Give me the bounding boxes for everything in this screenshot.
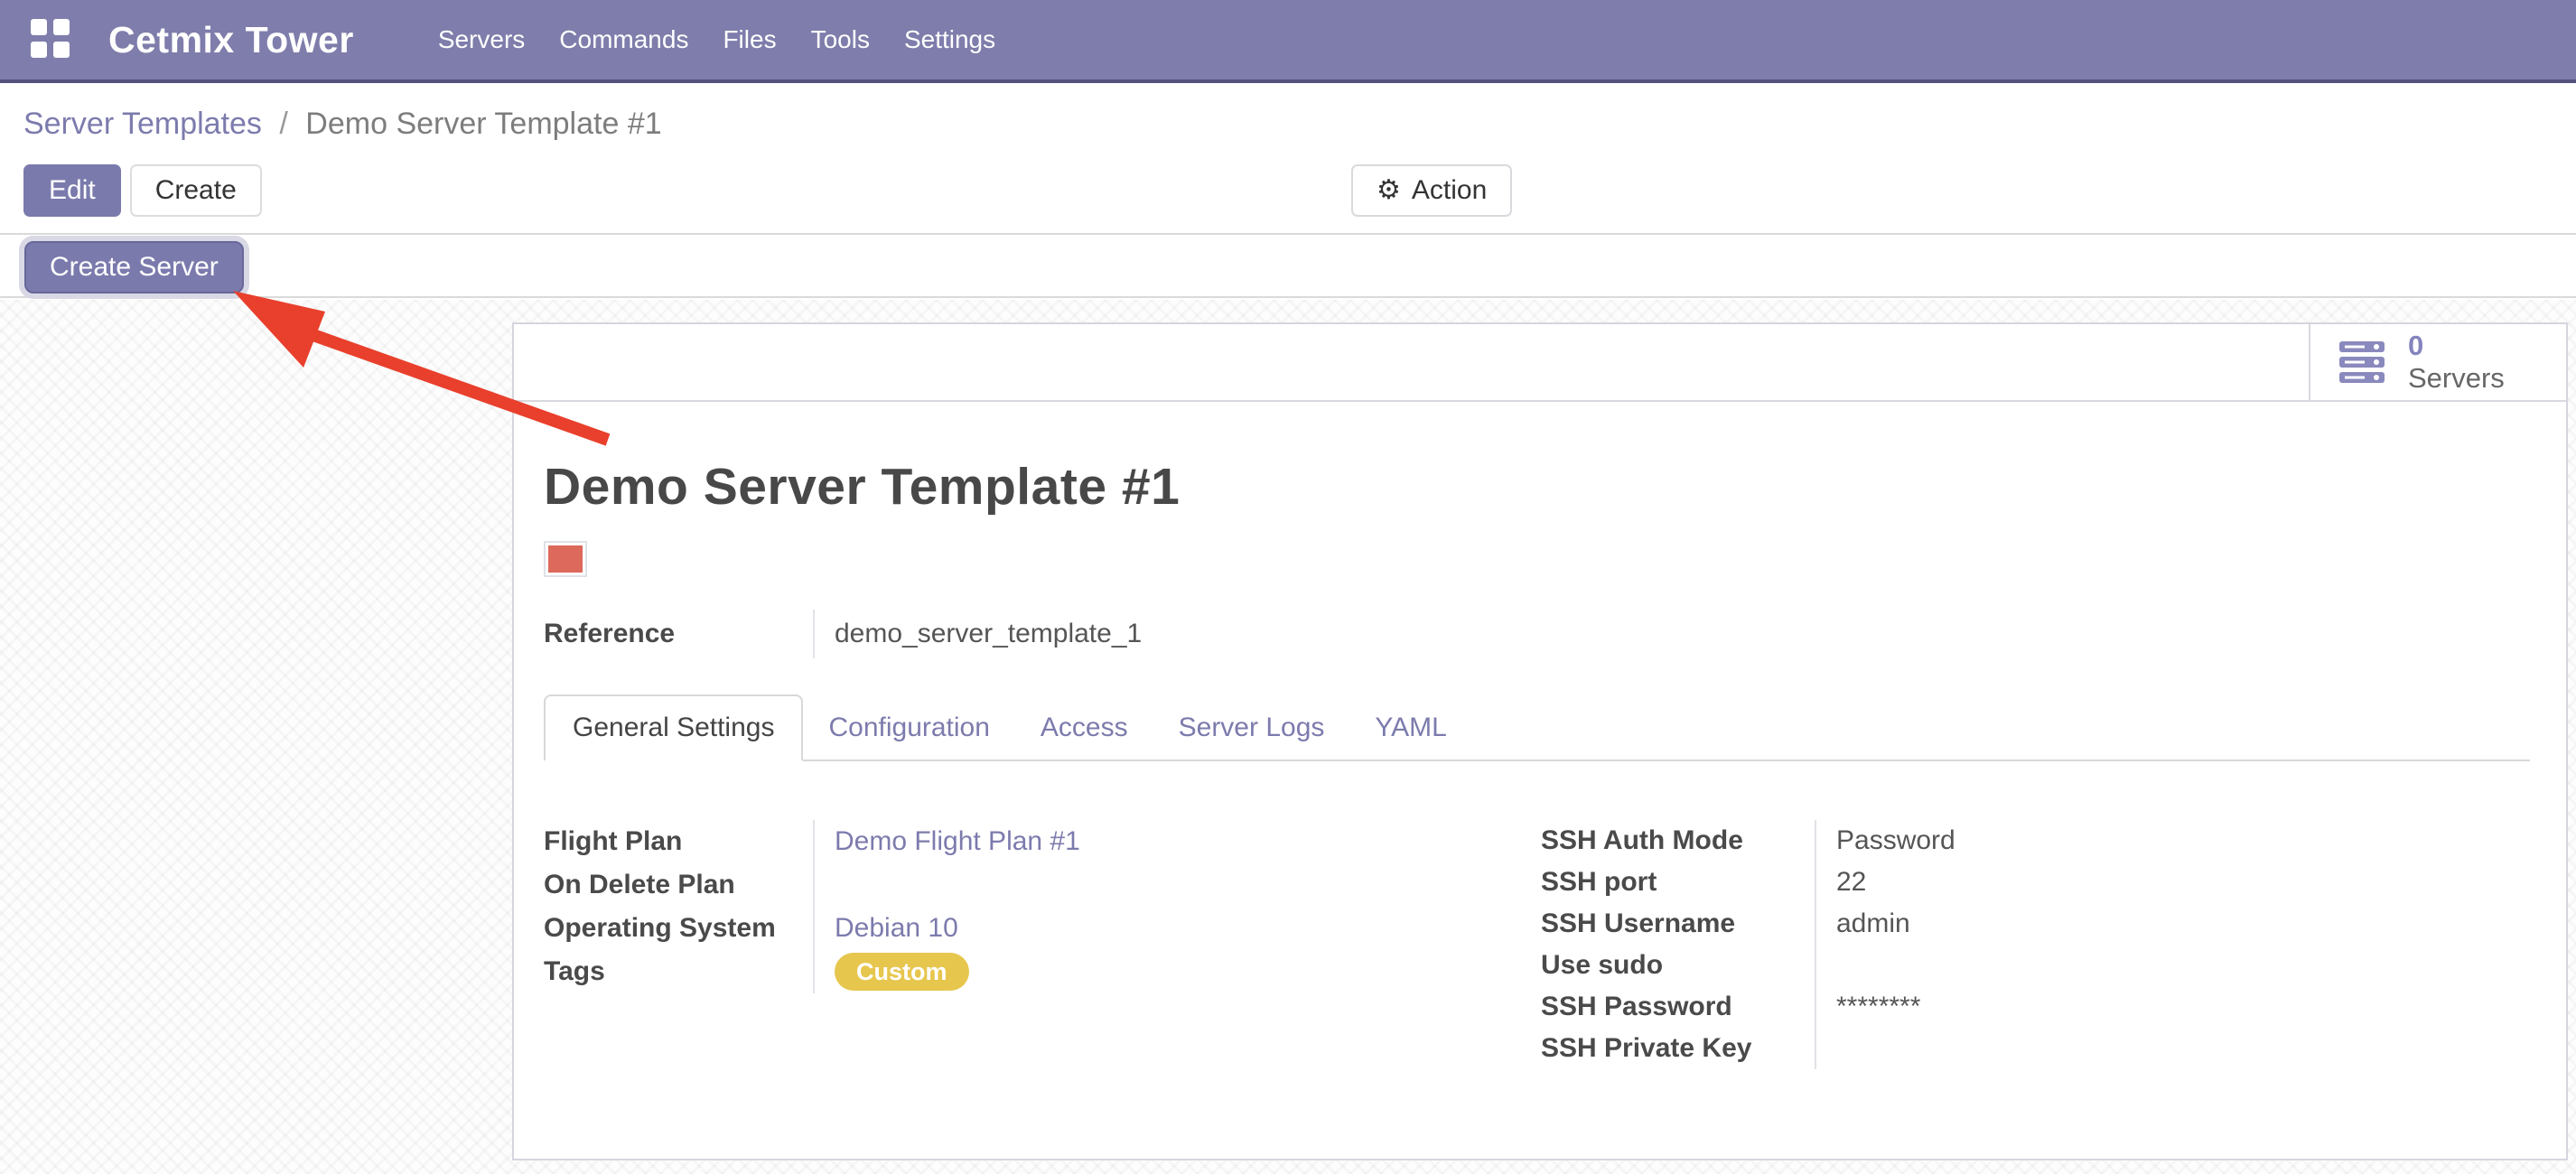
tags-label: Tags [544, 956, 813, 987]
flight-plan-link[interactable]: Demo Flight Plan #1 [835, 826, 1080, 857]
ssh-username-value: admin [1815, 903, 2530, 945]
ssh-auth-mode-value: Password [1815, 820, 2530, 862]
stat-text: 0 Servers [2408, 330, 2505, 394]
field-row-ssh-username: SSH Username admin [1541, 903, 2530, 945]
field-row-on-delete-plan: On Delete Plan [544, 863, 1541, 907]
tab-general-settings[interactable]: General Settings [544, 694, 803, 761]
sheet-body: Demo Server Template #1 Reference demo_s… [514, 457, 2566, 1069]
stat-value: 0 [2408, 330, 2505, 362]
action-strip: Create Server [0, 237, 2576, 298]
ssh-password-value: ******** [1815, 986, 2530, 1028]
servers-stat-button[interactable]: 0 Servers [2309, 324, 2566, 400]
apps-grid-square [53, 19, 70, 35]
cetmix-tower-app: Cetmix Tower Servers Commands Files Tool… [0, 0, 2576, 1174]
field-row-tags: Tags Custom [544, 950, 1541, 993]
record-title: Demo Server Template #1 [544, 457, 2530, 517]
content-area: 0 Servers Demo Server Template #1 Refere… [0, 300, 2576, 1174]
breadcrumb-parent-link[interactable]: Server Templates [23, 107, 262, 141]
control-panel: Server Templates / Demo Server Template … [0, 87, 2576, 235]
main-menu: Servers Commands Files Tools Settings [421, 9, 1013, 70]
reference-row: Reference demo_server_template_1 [544, 610, 2530, 658]
color-swatch [544, 541, 587, 577]
field-group-right: SSH Auth Mode Password SSH port 22 SSH U… [1541, 820, 2530, 1069]
use-sudo-value [1815, 945, 2530, 986]
menu-item-servers[interactable]: Servers [421, 9, 542, 70]
menu-item-commands[interactable]: Commands [542, 9, 705, 70]
tag-badge-custom: Custom [835, 953, 969, 991]
brand-title[interactable]: Cetmix Tower [108, 19, 354, 61]
form-sheet: 0 Servers Demo Server Template #1 Refere… [512, 322, 2568, 1160]
use-sudo-label: Use sudo [1541, 950, 1815, 981]
menu-item-files[interactable]: Files [705, 9, 793, 70]
on-delete-plan-label: On Delete Plan [544, 870, 813, 900]
stat-label: Servers [2408, 362, 2505, 395]
tab-server-logs[interactable]: Server Logs [1153, 696, 1350, 759]
field-row-ssh-port: SSH port 22 [1541, 862, 2530, 903]
color-swatch-fill [548, 545, 583, 573]
menu-item-settings[interactable]: Settings [887, 9, 1013, 70]
tab-access[interactable]: Access [1015, 696, 1153, 759]
operating-system-label: Operating System [544, 913, 813, 944]
server-stack-icon [2338, 340, 2388, 384]
field-row-ssh-private-key: SSH Private Key [1541, 1028, 2530, 1069]
apps-grid-square [53, 42, 70, 58]
field-row-use-sudo: Use sudo [1541, 945, 2530, 986]
ssh-password-label: SSH Password [1541, 992, 1815, 1022]
create-button[interactable]: Create [130, 164, 262, 217]
flight-plan-label: Flight Plan [544, 826, 813, 857]
menu-item-tools[interactable]: Tools [794, 9, 887, 70]
operating-system-link[interactable]: Debian 10 [835, 913, 958, 944]
field-row-operating-system: Operating System Debian 10 [544, 907, 1541, 950]
control-panel-buttons: Edit Create [23, 164, 262, 217]
field-row-flight-plan: Flight Plan Demo Flight Plan #1 [544, 820, 1541, 863]
create-server-button[interactable]: Create Server [24, 241, 244, 294]
general-settings-panel: Flight Plan Demo Flight Plan #1 On Delet… [544, 820, 2530, 1069]
tab-configuration[interactable]: Configuration [803, 696, 1014, 759]
ssh-private-key-label: SSH Private Key [1541, 1033, 1815, 1064]
breadcrumb-current: Demo Server Template #1 [305, 107, 661, 141]
breadcrumb-separator: / [279, 107, 287, 141]
action-button[interactable]: ⚙ Action [1351, 164, 1512, 217]
field-group-left: Flight Plan Demo Flight Plan #1 On Delet… [544, 820, 1541, 1069]
ssh-auth-mode-label: SSH Auth Mode [1541, 825, 1815, 856]
reference-value: demo_server_template_1 [813, 610, 2530, 658]
field-row-ssh-password: SSH Password ******** [1541, 986, 2530, 1028]
on-delete-plan-value [813, 863, 1541, 907]
field-row-ssh-auth-mode: SSH Auth Mode Password [1541, 820, 2530, 862]
apps-grid-square [31, 42, 47, 58]
action-button-label: Action [1412, 175, 1487, 206]
top-navbar: Cetmix Tower Servers Commands Files Tool… [0, 0, 2576, 83]
apps-grid-square [31, 19, 47, 35]
reference-label: Reference [544, 619, 813, 649]
ssh-port-value: 22 [1815, 862, 2530, 903]
breadcrumb: Server Templates / Demo Server Template … [23, 107, 662, 142]
apps-grid-icon[interactable] [31, 19, 72, 61]
gear-icon: ⚙ [1377, 177, 1401, 204]
tab-yaml[interactable]: YAML [1349, 696, 1471, 759]
sheet-button-box: 0 Servers [514, 324, 2566, 402]
notebook-tabs: General Settings Configuration Access Se… [544, 694, 2530, 761]
ssh-private-key-value [1815, 1028, 2530, 1069]
edit-button[interactable]: Edit [23, 164, 121, 217]
ssh-username-label: SSH Username [1541, 908, 1815, 939]
ssh-port-label: SSH port [1541, 867, 1815, 898]
